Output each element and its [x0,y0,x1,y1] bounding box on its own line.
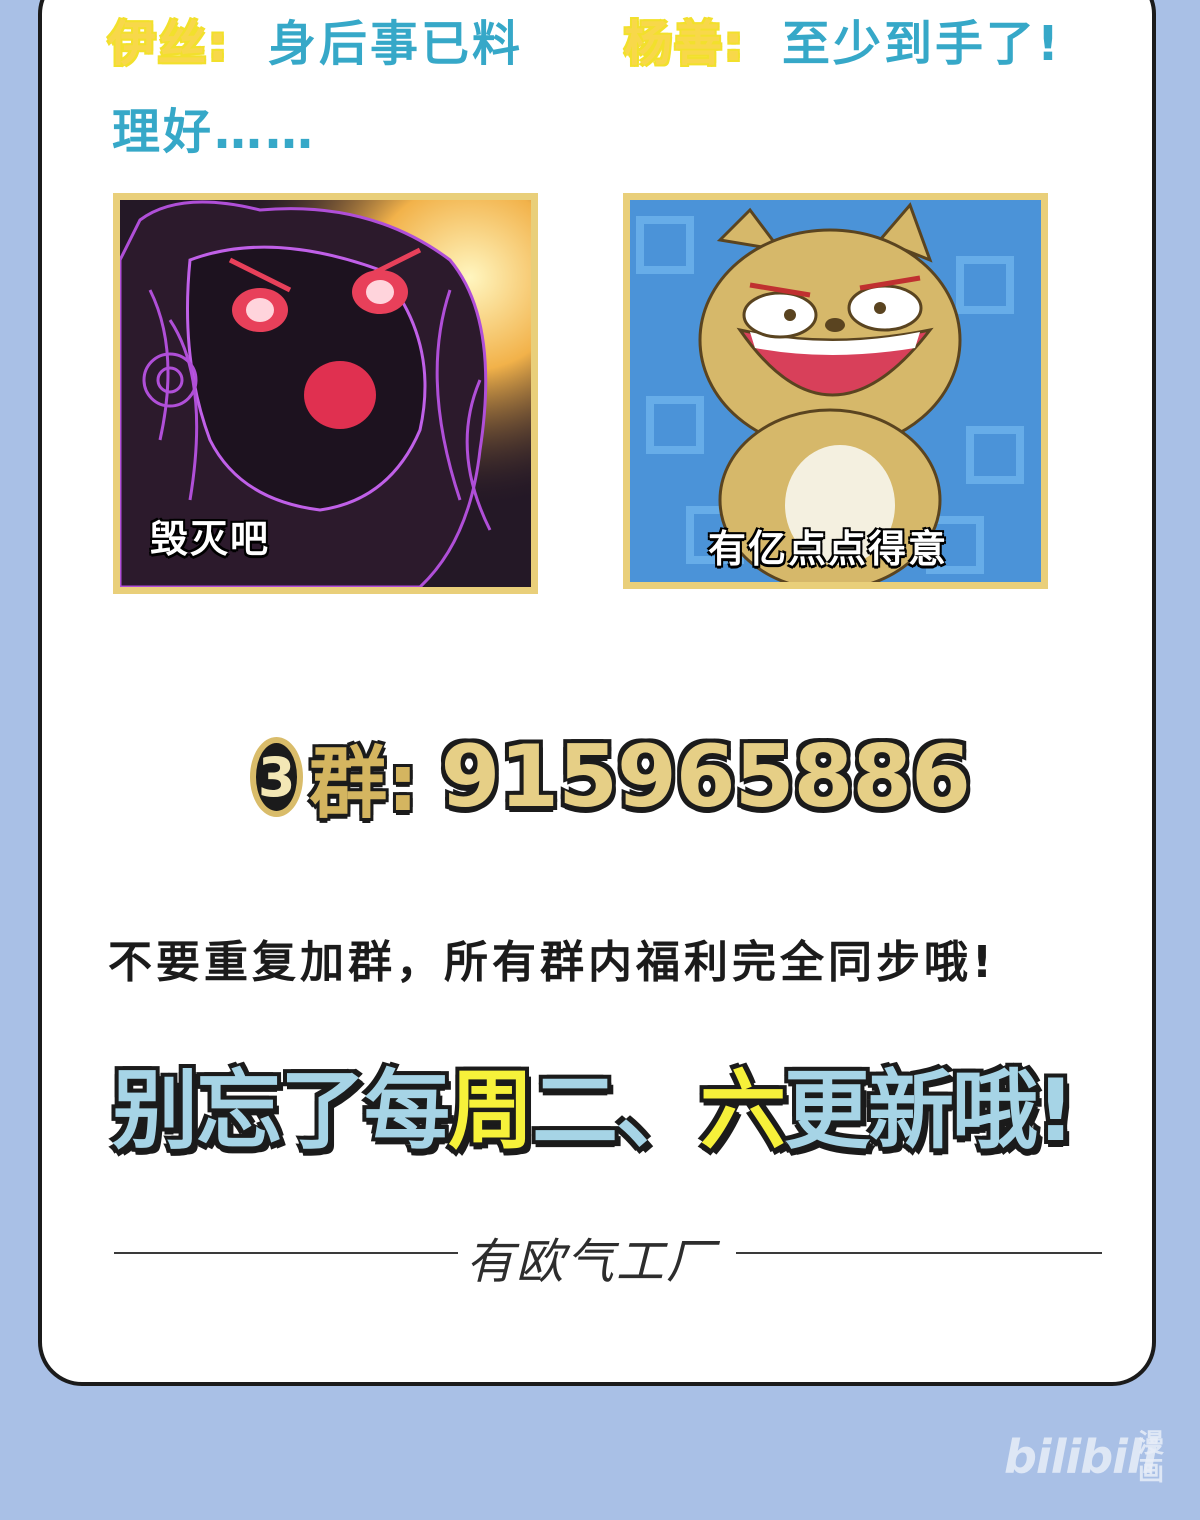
studio-signature: 有欧气工厂 [466,1234,717,1290]
group-number-line: 3 群: 915965886 [250,722,971,832]
bilibili-logo: bilibili [1004,1430,1157,1484]
signature-divider-right [736,1252,1102,1254]
reminder-part-1: 别忘了每 [112,1061,450,1161]
speaker-tag-right: 杨善: [624,16,746,72]
dialogue-line-left-2: 理好…… [112,104,317,160]
group-index-badge: 3 [250,737,304,817]
dialogue-line-left-1: 身后事已料 [268,16,524,72]
reminder-part-5: 更新哦! [784,1061,1075,1161]
panel-caption-left: 毁灭吧 [150,517,271,561]
dialogue-line-right: 至少到手了! [782,16,1062,72]
reminder-part-3: 二、 [532,1061,702,1161]
signature-divider-left [114,1252,458,1254]
update-reminder: 别忘了每周二、六更新哦! [112,1040,1112,1165]
panel-caption-right: 有亿点点得意 [708,527,949,571]
group-label: 群: [309,739,419,829]
group-number: 915965886 [440,727,971,827]
reminder-part-4: 六 [700,1061,786,1161]
panel-destroy: 毁灭吧 [113,193,538,594]
speaker-tag-left: 伊丝: [108,16,230,72]
bilibili-manga-label: 漫画 [1138,1429,1165,1487]
reminder-part-2: 周 [448,1061,534,1161]
panel-smug: 有亿点点得意 [623,193,1048,589]
notice-text: 不要重复加群，所有群内福利完全同步哦! [108,937,997,988]
